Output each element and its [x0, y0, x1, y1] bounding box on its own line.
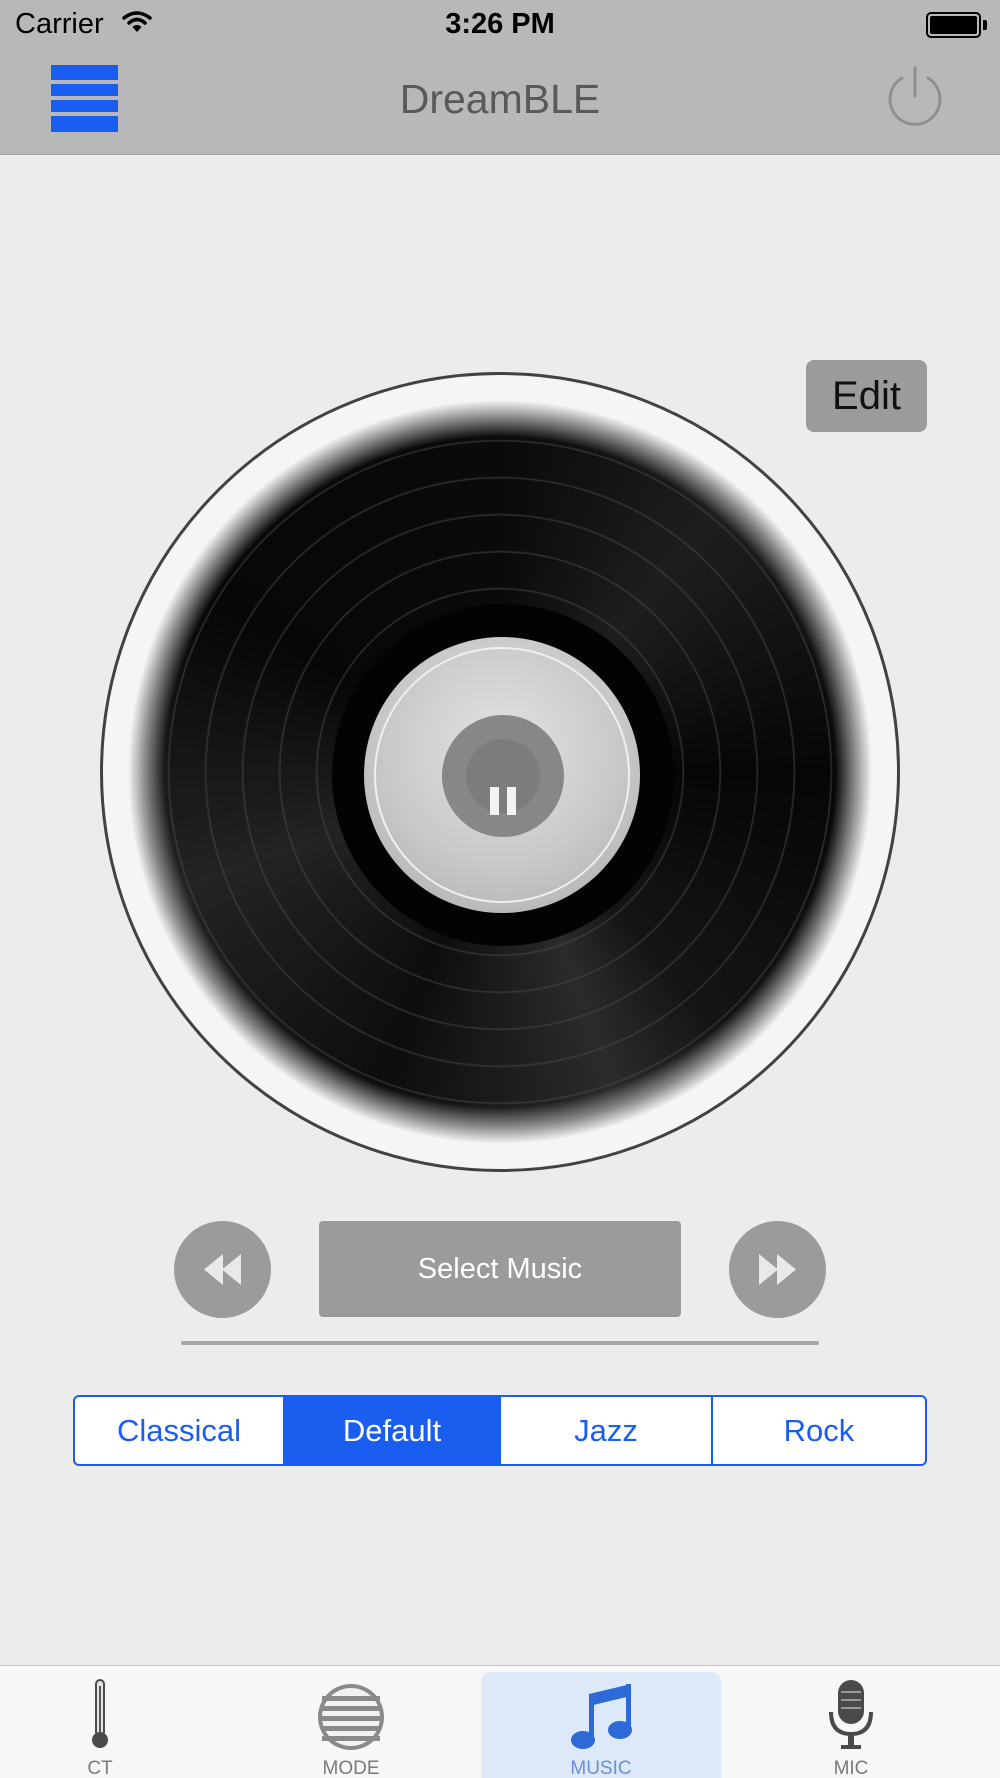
- progress-slider[interactable]: [181, 1341, 819, 1345]
- equalizer-segmented-control: Classical Default Jazz Rock: [73, 1395, 927, 1466]
- segment-default[interactable]: Default: [285, 1397, 501, 1464]
- rewind-icon: [204, 1254, 241, 1285]
- thermometer-icon: [92, 1679, 108, 1748]
- tab-music[interactable]: MUSIC: [481, 1672, 721, 1778]
- status-bar: Carrier 3:26 PM: [0, 0, 1000, 48]
- tab-label-mode: MODE: [322, 1758, 380, 1778]
- segment-classical[interactable]: Classical: [75, 1397, 285, 1464]
- previous-button[interactable]: [174, 1221, 271, 1318]
- select-music-button[interactable]: Select Music: [319, 1221, 681, 1317]
- tab-mode[interactable]: MODE: [231, 1672, 471, 1778]
- segment-jazz[interactable]: Jazz: [501, 1397, 713, 1464]
- pause-button[interactable]: [442, 715, 564, 837]
- status-time: 3:26 PM: [445, 8, 555, 40]
- tab-ct[interactable]: CT: [0, 1672, 220, 1778]
- edit-button[interactable]: Edit: [806, 360, 927, 432]
- navigation-bar: DreamBLE: [0, 48, 1000, 155]
- tab-label-mic: MIC: [833, 1758, 869, 1778]
- next-button[interactable]: [729, 1221, 826, 1318]
- tab-label-music: MUSIC: [570, 1758, 632, 1778]
- page-title: DreamBLE: [399, 76, 601, 122]
- tab-mic[interactable]: MIC: [731, 1672, 971, 1778]
- battery-icon: [926, 12, 981, 38]
- pause-icon: [466, 739, 540, 815]
- tab-label-ct: CT: [87, 1758, 113, 1778]
- fast-forward-icon: [759, 1254, 796, 1285]
- music-note-icon: [571, 1684, 632, 1749]
- segment-rock[interactable]: Rock: [713, 1397, 925, 1464]
- power-icon[interactable]: [884, 64, 946, 130]
- vinyl-record: [100, 372, 900, 1172]
- battery-cap: [983, 20, 987, 30]
- striped-circle-icon: [318, 1684, 384, 1750]
- tab-bar: CT MODE MUSIC MIC: [0, 1665, 1000, 1778]
- microphone-icon: [829, 1680, 873, 1749]
